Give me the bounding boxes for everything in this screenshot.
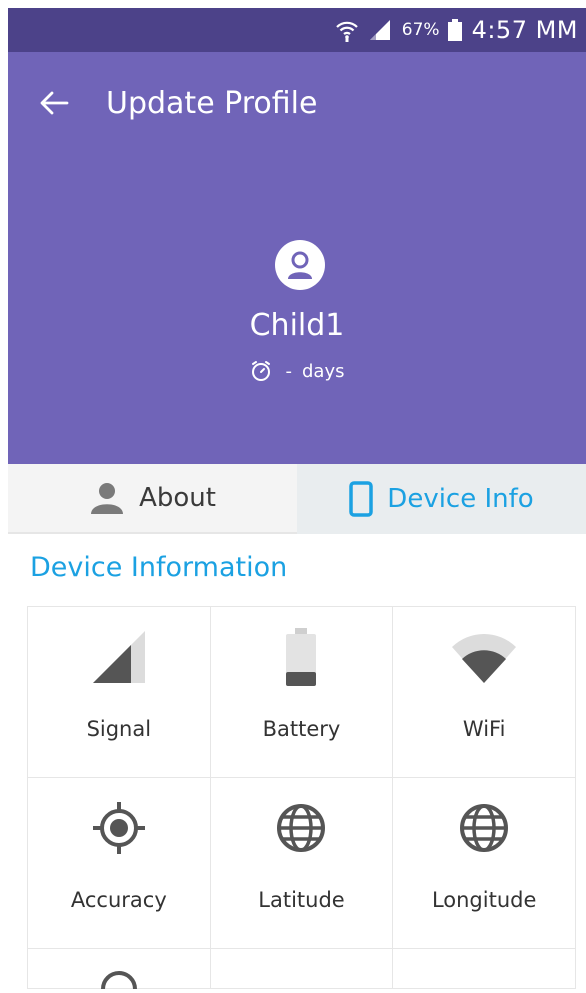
device-item-battery[interactable]: Battery [210, 607, 394, 778]
signal-strength-icon [91, 627, 147, 687]
battery-level-icon [286, 627, 317, 687]
device-item-empty [210, 949, 394, 989]
profile-tabs: About Device Info [8, 464, 586, 534]
section-title: Device Information [30, 552, 288, 583]
days-unit: days [302, 360, 345, 382]
phone-icon [349, 481, 374, 517]
signal-icon [368, 19, 392, 41]
page-title: Update Profile [106, 86, 318, 121]
profile-header: Update Profile Child1 - days [8, 52, 586, 464]
battery-icon [447, 19, 462, 41]
device-item-next[interactable] [28, 949, 211, 990]
tab-about-label: About [139, 483, 216, 513]
device-item-label: Longitude [431, 888, 537, 912]
device-item-wifi[interactable]: WiFi [393, 607, 576, 778]
device-item-label: Signal [86, 717, 152, 741]
back-button[interactable] [38, 87, 70, 119]
status-bar: 67% 4:57 MM [8, 8, 586, 52]
person-icon [89, 481, 125, 515]
device-item-empty [393, 949, 576, 989]
days-row: - days [8, 360, 586, 382]
tab-about[interactable]: About [8, 464, 297, 534]
child-name: Child1 [249, 308, 345, 343]
tab-device-info-label: Device Info [387, 484, 534, 514]
days-value: - [285, 360, 293, 382]
device-item-longitude[interactable]: Longitude [393, 778, 576, 949]
device-item-label: WiFi [462, 717, 506, 741]
child-avatar-icon [288, 251, 312, 279]
arrow-left-icon [40, 91, 69, 115]
globe-icon [458, 798, 510, 858]
tab-device-info[interactable]: Device Info [297, 464, 586, 534]
device-item-accuracy[interactable]: Accuracy [28, 778, 211, 949]
device-item-label: Latitude [258, 888, 345, 912]
wifi-icon [334, 17, 360, 43]
device-item-latitude[interactable]: Latitude [210, 778, 394, 949]
timer-icon [250, 360, 272, 382]
partial-circle-icon [99, 969, 139, 993]
avatar[interactable] [275, 240, 325, 290]
globe-icon [275, 798, 327, 858]
device-info-grid: Signal Battery WiFi Accuracy Latitude Lo… [27, 606, 576, 990]
device-item-label: Accuracy [70, 888, 167, 912]
wifi-strength-icon [451, 627, 517, 687]
status-time: 4:57 MM [471, 16, 578, 44]
device-item-signal[interactable]: Signal [28, 607, 211, 778]
battery-percent: 67% [401, 20, 440, 40]
device-item-label: Battery [262, 717, 341, 741]
target-icon [91, 798, 147, 858]
